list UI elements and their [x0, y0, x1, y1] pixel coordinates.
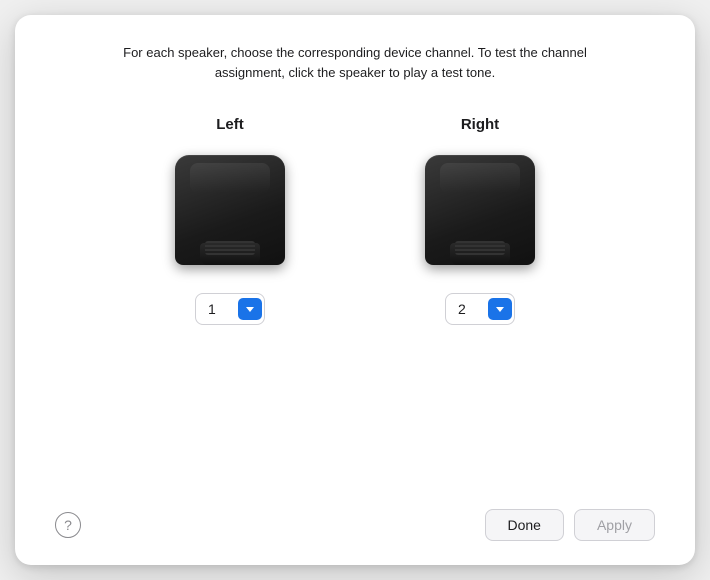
right-dropdown-button[interactable]: [488, 298, 512, 320]
left-channel-select[interactable]: 1: [195, 293, 265, 325]
right-channel-dropdown[interactable]: 2: [445, 293, 515, 325]
speaker-channel-dialog: For each speaker, choose the correspondi…: [15, 15, 695, 565]
right-speaker-highlight: [440, 163, 520, 193]
right-speaker-icon[interactable]: [425, 155, 535, 275]
right-channel-select[interactable]: 2: [445, 293, 515, 325]
left-dropdown-button[interactable]: [238, 298, 262, 320]
bottom-bar: ? Done Apply: [55, 493, 655, 541]
left-speaker-body[interactable]: [175, 155, 285, 265]
left-channel-dropdown[interactable]: 1: [195, 293, 265, 325]
left-speaker-highlight: [190, 163, 270, 193]
left-channel-value: 1: [208, 301, 234, 317]
help-button[interactable]: ?: [55, 512, 81, 538]
right-speaker-label: Right: [461, 116, 499, 133]
right-speaker-body[interactable]: [425, 155, 535, 265]
speakers-container: Left 1 Right: [175, 116, 535, 493]
left-speaker-mesh: [205, 241, 255, 255]
right-speaker-mesh: [455, 241, 505, 255]
right-channel-value: 2: [458, 301, 484, 317]
apply-button[interactable]: Apply: [574, 509, 655, 541]
action-buttons: Done Apply: [485, 509, 656, 541]
left-chevron-down-icon: [246, 307, 254, 312]
right-chevron-down-icon: [496, 307, 504, 312]
instruction-text: For each speaker, choose the correspondi…: [105, 43, 605, 82]
done-button[interactable]: Done: [485, 509, 564, 541]
left-speaker-icon[interactable]: [175, 155, 285, 275]
left-speaker-label: Left: [216, 116, 244, 133]
right-speaker-column: Right 2: [425, 116, 535, 325]
left-speaker-column: Left 1: [175, 116, 285, 325]
